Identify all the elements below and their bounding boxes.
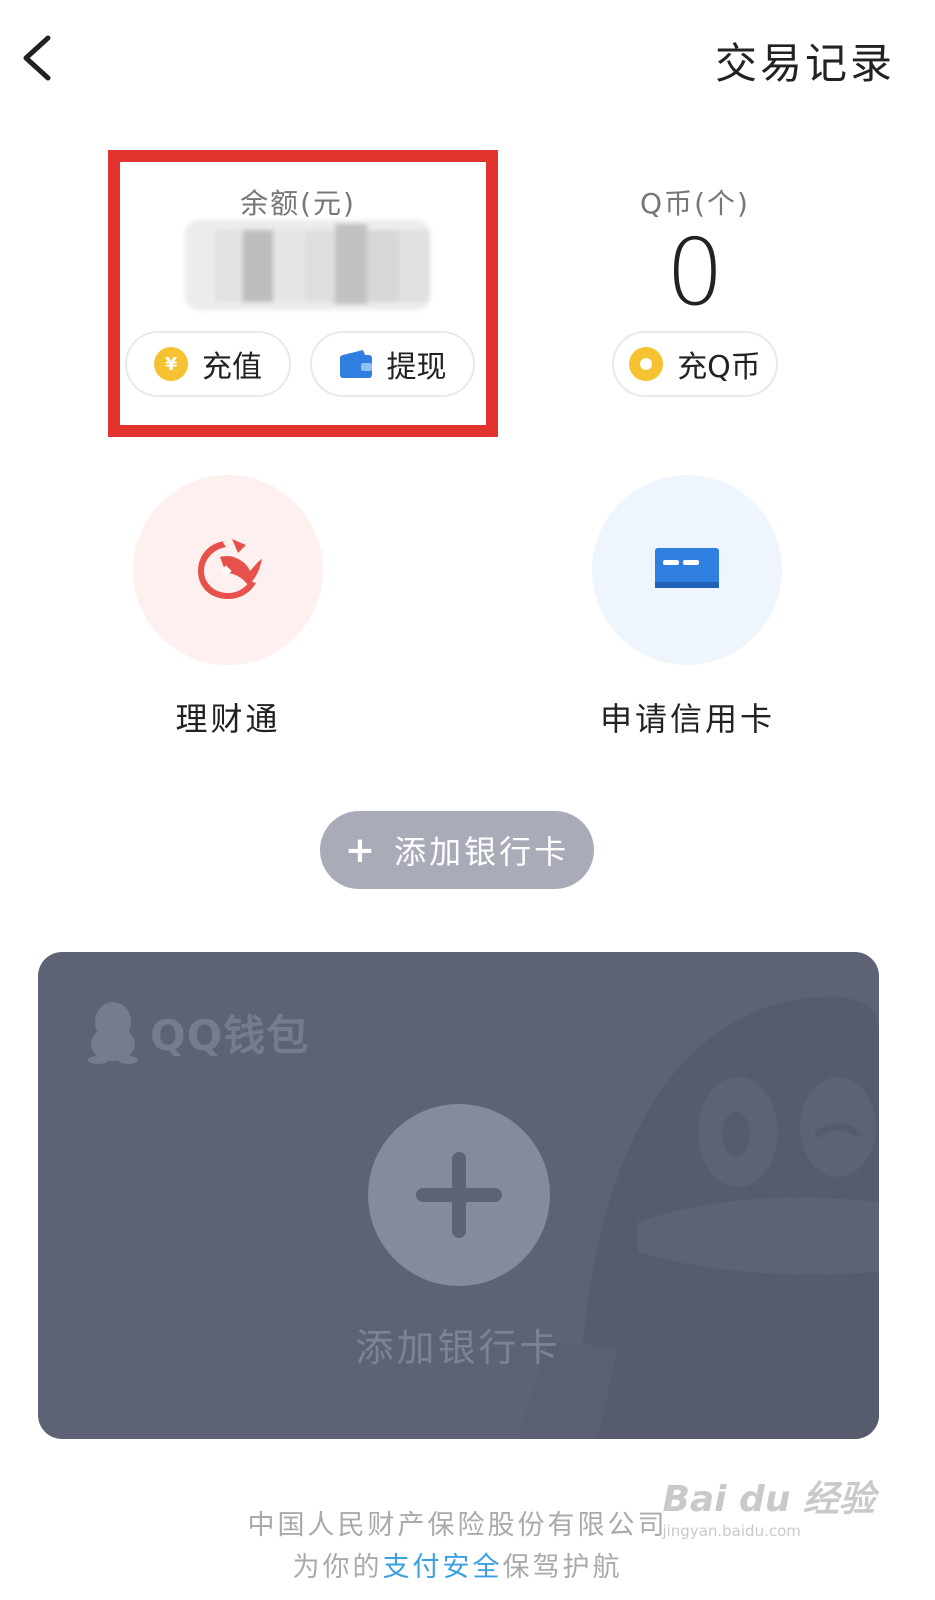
footer-suffix: 保驾护航	[502, 1552, 623, 1583]
footer-security-note: 为你的支付安全保驾护航	[0, 1545, 935, 1584]
recharge-qcoin-label: 充Q币	[677, 350, 761, 385]
qcoin-value: 0	[665, 219, 725, 326]
plus-icon: +	[344, 829, 379, 871]
watermark-sub: jingyan.baidu.com	[662, 1522, 801, 1540]
add-bank-card-label: 添加银行卡	[394, 833, 570, 871]
licaitong-label: 理财通	[175, 700, 281, 738]
koi-fish-icon	[198, 539, 262, 599]
highlight-box	[108, 150, 498, 437]
licaitong-button[interactable]	[133, 475, 323, 665]
apply-credit-card-button[interactable]	[592, 475, 782, 665]
qq-penguin-icon	[88, 1002, 138, 1064]
baidu-watermark: Bai du 经验 jingyan.baidu.com	[662, 1470, 875, 1540]
credit-card-icon	[655, 548, 719, 588]
card-add-label: 添加银行卡	[355, 1326, 561, 1370]
card-brand: QQ钱包	[86, 1000, 309, 1064]
back-button[interactable]	[14, 30, 64, 86]
card-add-button[interactable]	[368, 1104, 550, 1286]
payment-security-link[interactable]: 支付安全	[383, 1552, 503, 1583]
apply-credit-card-label: 申请信用卡	[599, 700, 775, 738]
card-brand-text: QQ钱包	[150, 1010, 310, 1060]
recharge-qcoin-button[interactable]: 充Q币	[612, 331, 778, 397]
qcoin-icon	[629, 347, 664, 381]
transaction-record-link[interactable]: 交易记录	[715, 30, 895, 91]
wallet-card[interactable]: QQ钱包 添加银行卡	[38, 952, 879, 1439]
footer-prefix: 为你的	[292, 1552, 383, 1583]
qcoin-label: Q币(个)	[640, 187, 750, 220]
chevron-left-icon	[23, 35, 51, 81]
add-bank-card-button[interactable]: + 添加银行卡	[320, 811, 594, 889]
watermark-main: Bai du 经验	[662, 1479, 875, 1520]
